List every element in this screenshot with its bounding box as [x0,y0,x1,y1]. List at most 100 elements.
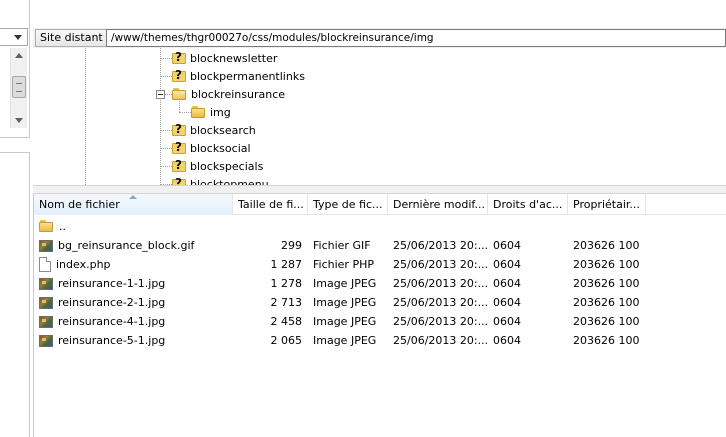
file-size: 1 278 [270,277,303,290]
tree-item-label: blocksocial [190,141,251,155]
unknown-folder-icon: ? [172,122,186,137]
file-name: index.php [56,258,111,271]
file-row[interactable]: index.php 1 287 Fichier PHP 25/06/2013 2… [34,255,726,274]
tree-item-img[interactable]: img [191,103,231,121]
chevron-down-icon [14,35,22,40]
column-header-permissions[interactable]: Droits d'ac... [488,194,568,215]
file-owner: 203626 100 [573,239,640,252]
remote-directory-tree: ? blocknewsletter ? blockpermanentlinks … [33,48,726,185]
unknown-folder-icon: ? [172,140,186,155]
unknown-folder-icon: ? [172,68,186,83]
remote-file-list: Nom de fichier Taille de fi... Type de f… [33,194,726,437]
tree-guide-line [160,48,161,185]
image-file-icon [39,277,53,290]
column-header-owner[interactable]: Propriétair... [568,194,646,215]
tree-item-blockpermanentlinks[interactable]: ? blockpermanentlinks [172,67,305,85]
file-owner: 203626 100 [573,296,640,309]
file-name: reinsurance-5-1.jpg [58,334,166,347]
scroll-down-icon[interactable] [15,118,23,123]
scroll-up-icon[interactable] [15,53,23,58]
tree-connector [160,148,172,149]
tree-item-label: blocktopmenu [190,177,269,186]
folder-icon [191,105,206,119]
document-icon [39,257,51,272]
file-name: bg_reinsurance_block.gif [58,239,195,252]
tree-item-label: blocknewsletter [190,51,278,65]
file-name: .. [59,220,66,233]
unknown-folder-icon: ? [172,158,186,173]
column-header-filesize[interactable]: Taille de fi... [233,194,308,215]
file-modified: 25/06/2013 20:... [393,334,488,347]
file-permissions: 0604 [493,334,521,347]
image-file-icon [39,334,53,347]
unknown-folder-icon: ? [172,176,186,185]
file-type: Image JPEG [313,296,377,309]
tree-item-blocksocial[interactable]: ? blocksocial [172,139,251,157]
file-type: Image JPEG [313,277,377,290]
file-permissions: 0604 [493,239,521,252]
tree-connector [160,76,172,77]
tree-item-label: blocksearch [190,123,256,137]
file-row[interactable]: reinsurance-5-1.jpg 2 065 Image JPEG 25/… [34,331,726,350]
file-name: reinsurance-4-1.jpg [58,315,166,328]
image-file-icon [39,315,53,328]
tree-connector [179,112,191,113]
column-header-modified[interactable]: Dernière modif... [388,194,488,215]
tree-item-blocknewsletter[interactable]: ? blocknewsletter [172,49,277,67]
tree-item-blockspecials[interactable]: ? blockspecials [172,157,263,175]
tree-item-label: blockspecials [190,159,264,173]
file-owner: 203626 100 [573,315,640,328]
file-type: Image JPEG [313,334,377,347]
file-row-parent[interactable]: .. [34,217,726,236]
file-permissions: 0604 [493,277,521,290]
file-name: reinsurance-2-1.jpg [58,296,166,309]
local-tree-scrollbar[interactable] [10,48,27,128]
column-header-filename[interactable]: Nom de fichier [34,194,233,215]
file-size: 1 287 [270,258,303,271]
unknown-folder-icon: ? [172,50,186,65]
local-pane-edge [0,0,30,437]
local-site-dropdown[interactable] [0,28,28,46]
file-row[interactable]: reinsurance-4-1.jpg 2 458 Image JPEG 25/… [34,312,726,331]
remote-site-label: Site distant : [35,29,115,47]
file-permissions: 0604 [493,315,521,328]
tree-connector [160,130,172,131]
file-type: Fichier PHP [313,258,374,271]
collapse-icon[interactable] [156,90,165,99]
scroll-thumb[interactable] [12,76,26,98]
image-file-icon [39,239,53,252]
file-permissions: 0604 [493,258,521,271]
pane-splitter[interactable] [33,185,726,194]
file-modified: 25/06/2013 20:... [393,239,488,252]
file-modified: 25/06/2013 20:... [393,315,488,328]
file-owner: 203626 100 [573,258,640,271]
tree-item-blocktopmenu[interactable]: ? blocktopmenu [172,175,269,185]
file-row[interactable]: reinsurance-2-1.jpg 2 713 Image JPEG 25/… [34,293,726,312]
file-row[interactable]: reinsurance-1-1.jpg 1 278 Image JPEG 25/… [34,274,726,293]
tree-item-blocksearch[interactable]: ? blocksearch [172,121,256,139]
tree-item-blockreinsurance[interactable]: blockreinsurance [172,85,285,103]
tree-connector [160,58,172,59]
file-size: 2 458 [270,315,303,328]
file-size: 2 065 [270,334,303,347]
remote-path-input[interactable] [106,29,726,47]
file-name: reinsurance-1-1.jpg [58,277,166,290]
file-list-header: Nom de fichier Taille de fi... Type de f… [34,194,726,215]
file-permissions: 0604 [493,296,521,309]
tree-guide-line [85,48,86,185]
folder-icon [39,220,54,233]
remote-site-bar: Site distant : [33,28,726,48]
file-row[interactable]: bg_reinsurance_block.gif 299 Fichier GIF… [34,236,726,255]
file-size: 299 [281,239,302,252]
local-list-header [0,137,30,153]
tree-connector [160,166,172,167]
image-file-icon [39,296,53,309]
file-owner: 203626 100 [573,334,640,347]
file-size: 2 713 [270,296,303,309]
file-type: Image JPEG [313,315,377,328]
file-type: Fichier GIF [313,239,371,252]
tree-connector [165,94,172,95]
file-owner: 203626 100 [573,277,640,290]
open-folder-icon [172,87,187,101]
column-header-filetype[interactable]: Type de fic... [308,194,388,215]
